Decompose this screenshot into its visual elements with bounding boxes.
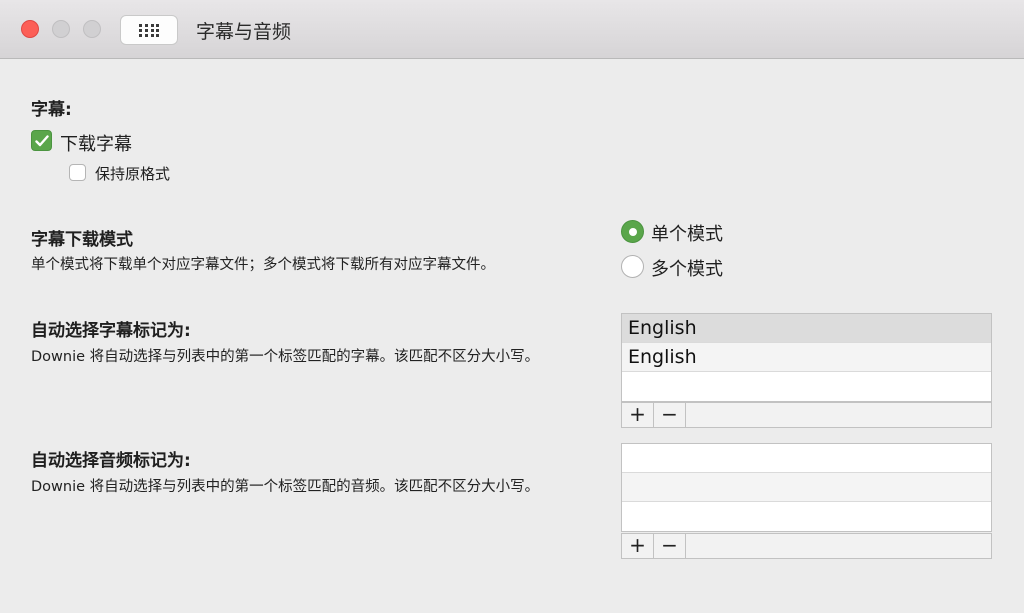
list-item[interactable]: English [622,314,991,343]
keep-original-format-checkbox[interactable] [69,164,86,181]
auto-subtitle-description: Downie 将自动选择与列表中的第一个标签匹配的字幕。该匹配不区分大小写。 [31,349,540,365]
add-audio-tag-button[interactable]: + [622,534,654,558]
multiple-mode-label[interactable]: 多个模式 [651,255,723,281]
subtitles-heading: 字幕: [31,100,72,120]
minimize-window-button[interactable] [52,20,70,38]
list-item-empty[interactable] [622,372,991,401]
zoom-window-button[interactable] [83,20,101,38]
list-item-empty[interactable] [622,444,991,473]
add-subtitle-tag-button[interactable]: + [622,403,654,427]
auto-audio-heading: 自动选择音频标记为: [31,451,191,471]
list-item[interactable]: English [622,343,991,372]
preferences-window: 字幕与音频 字幕: 下载字幕 保持原格式 字幕下载模式 单个模式将下载单个对应字… [0,0,1024,613]
show-all-preferences-button[interactable] [120,15,178,45]
radio-selected-dot [628,227,637,236]
subtitle-mode-description: 单个模式将下载单个对应字幕文件；多个模式将下载所有对应字幕文件。 [31,257,495,273]
audio-tags-toolbar: + − [621,533,992,559]
multiple-mode-radio[interactable] [621,255,644,278]
checkmark-icon [34,134,49,146]
grid-icon [139,24,159,37]
auto-subtitle-heading: 自动选择字幕标记为: [31,321,191,341]
list-item-empty[interactable] [622,502,991,531]
single-mode-radio[interactable] [621,220,644,243]
subtitle-tags-toolbar: + − [621,402,992,428]
download-subtitles-label[interactable]: 下载字幕 [60,130,132,156]
keep-original-format-label[interactable]: 保持原格式 [95,163,170,184]
subtitle-tags-list[interactable]: English English [621,313,992,402]
auto-audio-description: Downie 将自动选择与列表中的第一个标签匹配的音频。该匹配不区分大小写。 [31,479,540,495]
download-subtitles-checkbox[interactable] [31,130,52,151]
list-item-empty[interactable] [622,473,991,502]
audio-tags-list[interactable] [621,443,992,532]
single-mode-label[interactable]: 单个模式 [651,220,723,246]
window-title: 字幕与音频 [196,21,292,43]
title-bar: 字幕与音频 [0,0,1024,59]
close-window-button[interactable] [21,20,39,38]
subtitle-mode-heading: 字幕下载模式 [31,230,133,250]
remove-subtitle-tag-button[interactable]: − [654,403,686,427]
remove-audio-tag-button[interactable]: − [654,534,686,558]
